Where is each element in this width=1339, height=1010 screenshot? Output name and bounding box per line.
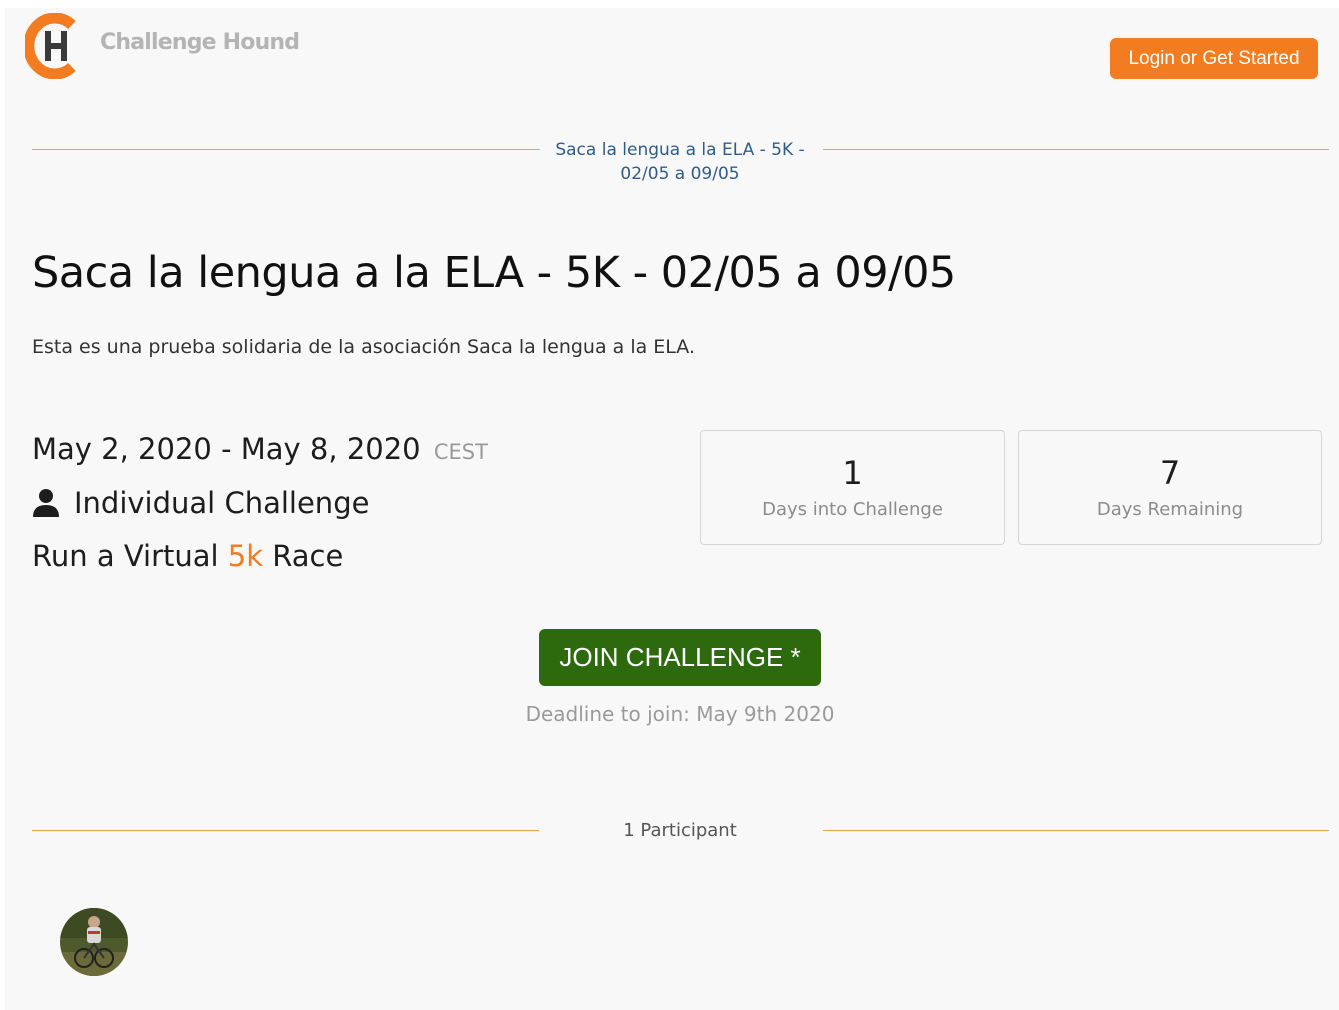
activity-distance: 5k xyxy=(227,539,264,573)
participant-count: 1 Participant xyxy=(623,820,737,841)
divider-left xyxy=(32,149,540,150)
date-range: May 2, 2020 - May 8, 2020 xyxy=(32,432,421,466)
page: Challenge Hound Login or Get Started Sac… xyxy=(5,8,1339,1010)
stat-label: Days Remaining xyxy=(1096,499,1244,520)
divider-left xyxy=(32,830,539,831)
activity-prefix: Run a Virtual xyxy=(32,539,228,573)
page-title: Saca la lengua a la ELA - 5K - 02/05 a 0… xyxy=(32,248,956,298)
challenge-dates: May 2, 2020 - May 8, 2020 CEST xyxy=(32,432,488,466)
stat-card-days-remaining: 7 Days Remaining xyxy=(1018,430,1322,545)
challenge-type: Individual Challenge xyxy=(32,486,369,520)
stat-card-days-into: 1 Days into Challenge xyxy=(700,430,1005,545)
activity-line: Run a Virtual 5k Race xyxy=(32,539,343,573)
divider-right xyxy=(823,830,1329,831)
challenge-hound-logo[interactable] xyxy=(25,13,83,79)
brand-name[interactable]: Challenge Hound xyxy=(100,30,300,55)
user-icon xyxy=(33,489,59,517)
participant-avatar[interactable] xyxy=(60,908,128,976)
login-button[interactable]: Login or Get Started xyxy=(1110,38,1318,79)
join-challenge-button[interactable]: JOIN CHALLENGE * xyxy=(539,629,821,686)
challenge-type-label: Individual Challenge xyxy=(74,486,370,520)
challenge-description: Esta es una prueba solidaria de la asoci… xyxy=(32,336,696,358)
stat-value: 1 xyxy=(842,454,863,492)
stat-label: Days into Challenge xyxy=(762,499,943,520)
divider-right xyxy=(823,149,1329,150)
challenge-subtitle: Saca la lengua a la ELA - 5K - 02/05 a 0… xyxy=(555,140,805,184)
stat-value: 7 xyxy=(1159,454,1181,492)
timezone-label: CEST xyxy=(433,440,488,464)
join-deadline: Deadline to join: May 9th 2020 xyxy=(525,702,835,726)
activity-suffix: Race xyxy=(263,539,344,573)
